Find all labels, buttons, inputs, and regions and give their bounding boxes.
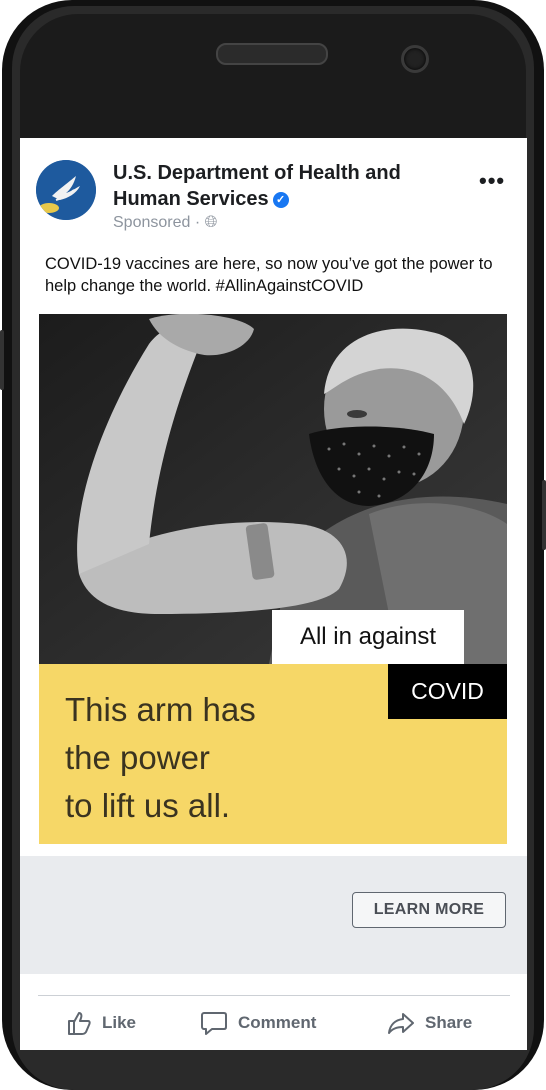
ad-creative[interactable]: All in against COVID This arm has the po… [39, 314, 507, 844]
share-label: Share [425, 1013, 473, 1032]
hhs-logo-avatar[interactable] [36, 160, 96, 220]
headline-line-2: the power [65, 739, 210, 776]
share-arrow-icon [388, 1013, 414, 1034]
comment-button[interactable]: Comment [200, 1003, 316, 1043]
post-header: U.S. Department of Health and Human Serv… [20, 138, 527, 238]
post-caption: COVID-19 vaccines are here, so now you’v… [45, 255, 493, 295]
more-options-icon[interactable]: ••• [479, 168, 505, 194]
like-button[interactable]: Like [66, 1003, 136, 1043]
headline-line-3: to lift us all. [65, 787, 231, 824]
divider [38, 995, 510, 996]
comment-label: Comment [238, 1013, 317, 1032]
learn-more-button[interactable]: LEARN MORE [352, 892, 506, 928]
thumbs-up-icon [68, 1012, 91, 1035]
like-label: Like [102, 1013, 137, 1032]
facebook-ad-post: U.S. Department of Health and Human Serv… [20, 138, 527, 1050]
post-actions: Like Comment Share [20, 1003, 527, 1050]
tag-covid: COVID [388, 664, 507, 719]
volume-button [0, 330, 4, 390]
page-name-text[interactable]: U.S. Department of Health and Human Serv… [113, 162, 401, 210]
hhs-eagle-icon [36, 160, 96, 220]
ad-headline: This arm has the power to lift us all. [65, 686, 256, 830]
verified-badge-icon: ✓ [272, 191, 289, 208]
headline-line-1: This arm has [65, 691, 256, 728]
sponsored-label: Sponsored · 🌐︎ [113, 214, 217, 232]
earpiece-speaker [216, 43, 328, 65]
power-button [542, 480, 546, 550]
phone-top-bezel [20, 14, 526, 138]
page-name[interactable]: U.S. Department of Health and Human Serv… [113, 160, 473, 212]
comment-bubble-icon [201, 1012, 227, 1035]
tag-all-in-against: All in against [272, 610, 464, 664]
sponsored-text: Sponsored · [113, 214, 205, 231]
front-camera [401, 45, 429, 73]
globe-icon: 🌐︎ [204, 214, 218, 231]
share-button[interactable]: Share [387, 1003, 472, 1043]
